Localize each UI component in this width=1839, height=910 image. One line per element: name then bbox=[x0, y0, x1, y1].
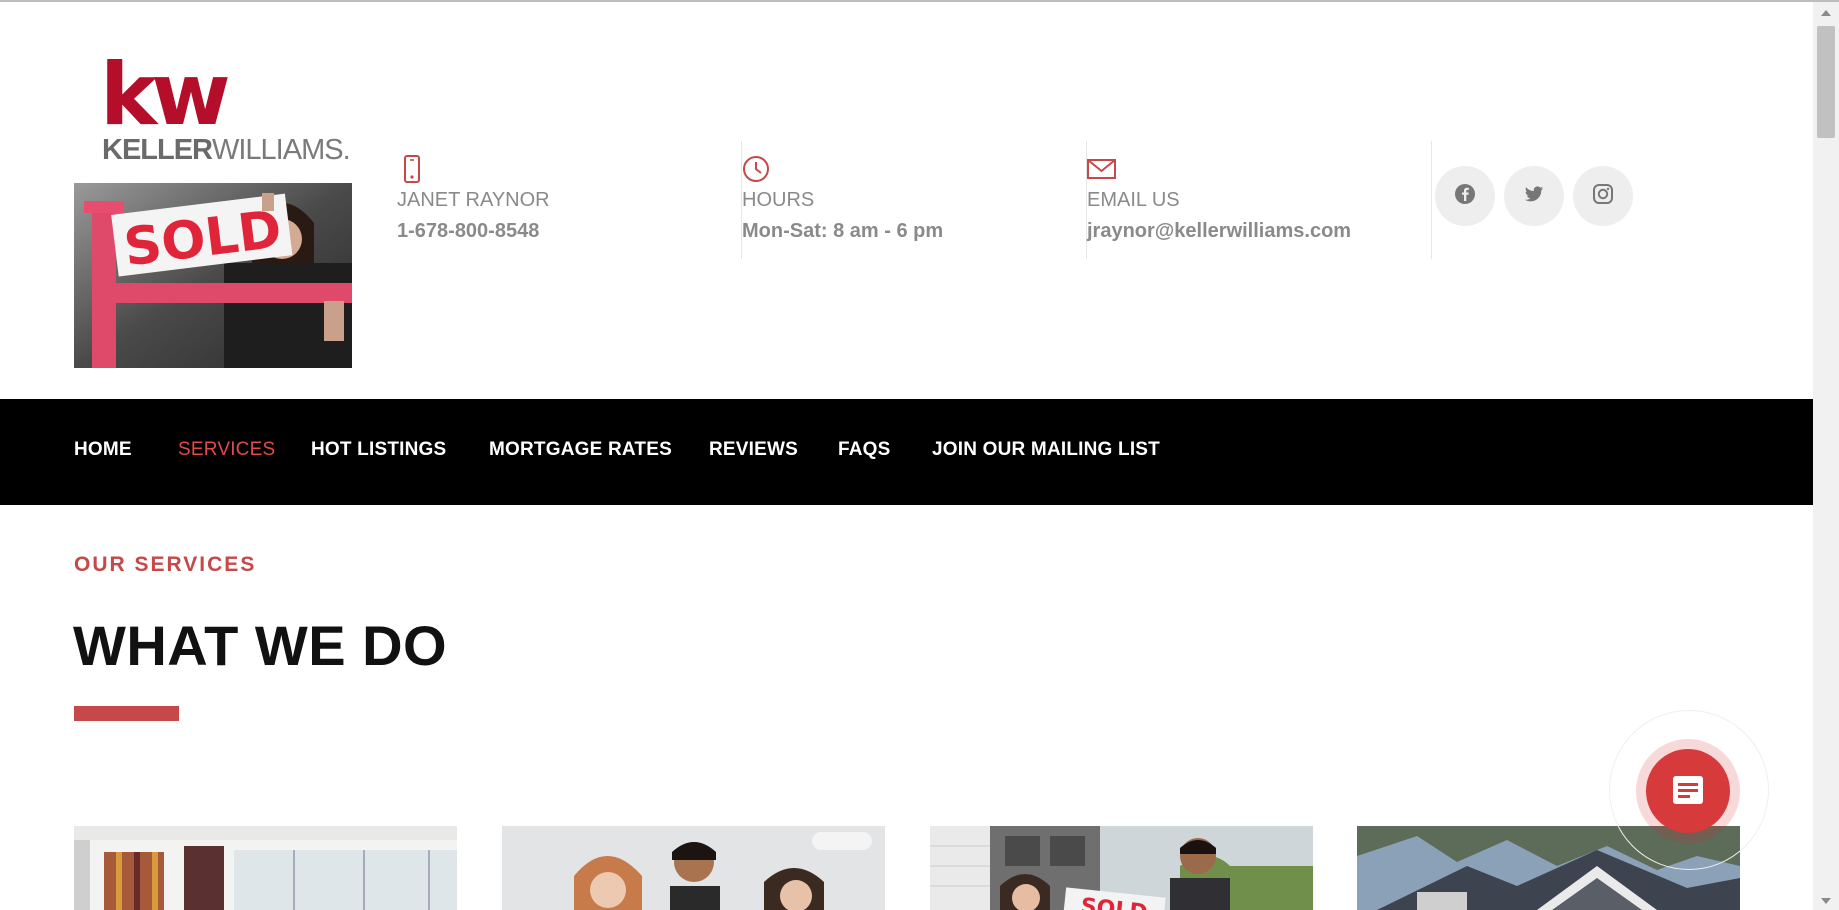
nav-item-faqs[interactable]: FAQS bbox=[838, 439, 891, 461]
phone-icon bbox=[397, 154, 427, 184]
nav-item-services[interactable]: SERVICES bbox=[178, 439, 275, 461]
keller-williams-logo[interactable]: kw KELLERWILLIAMS. bbox=[100, 45, 351, 167]
title-accent-bar bbox=[74, 706, 179, 721]
scrollbar-thumb[interactable] bbox=[1817, 26, 1835, 138]
facebook-button[interactable] bbox=[1435, 166, 1495, 226]
divider bbox=[1431, 141, 1432, 259]
mail-icon bbox=[1087, 154, 1117, 184]
instagram-icon bbox=[1592, 183, 1614, 210]
hours-value: Mon-Sat: 8 am - 6 pm bbox=[742, 220, 944, 242]
section-title: WHAT WE DO bbox=[73, 614, 448, 677]
twitter-icon bbox=[1523, 183, 1545, 210]
section-eyebrow: OUR SERVICES bbox=[74, 553, 257, 576]
scroll-down-arrow-icon[interactable] bbox=[1821, 898, 1831, 904]
logo-wordmark: KELLERWILLIAMS. bbox=[102, 134, 351, 166]
nav-item-home[interactable]: HOME bbox=[74, 439, 132, 461]
hours-label: HOURS bbox=[742, 189, 815, 211]
nav-item-reviews[interactable]: REVIEWS bbox=[709, 439, 798, 461]
email-link[interactable]: jraynor@kellerwilliams.com bbox=[1087, 220, 1351, 243]
contact-phone: JANET RAYNOR 1-678-800-8548 bbox=[397, 141, 742, 259]
nav-item-mailing-list[interactable]: JOIN OUR MAILING LIST bbox=[932, 439, 1160, 461]
phone-link[interactable]: 1-678-800-8548 bbox=[397, 220, 539, 243]
instagram-button[interactable] bbox=[1573, 166, 1633, 226]
logo-mark: kw bbox=[100, 45, 231, 145]
contact-label: JANET RAYNOR bbox=[397, 189, 550, 211]
chat-button[interactable] bbox=[1646, 749, 1730, 833]
service-card-interior[interactable] bbox=[74, 826, 457, 910]
facebook-icon bbox=[1454, 183, 1476, 210]
contact-hours: HOURS Mon-Sat: 8 am - 6 pm bbox=[742, 141, 1087, 259]
service-card-sold-couple[interactable]: SOLD bbox=[930, 826, 1313, 910]
nav-item-mortgage-rates[interactable]: MORTGAGE RATES bbox=[489, 439, 672, 461]
main-navigation: HOME SERVICES HOT LISTINGS MORTGAGE RATE… bbox=[0, 399, 1813, 505]
chat-icon bbox=[1672, 775, 1704, 808]
scroll-up-arrow-icon[interactable] bbox=[1821, 10, 1831, 16]
service-card-meeting[interactable] bbox=[502, 826, 885, 910]
page-scrollbar[interactable] bbox=[1813, 2, 1839, 910]
email-label: EMAIL US bbox=[1087, 189, 1180, 211]
twitter-button[interactable] bbox=[1504, 166, 1564, 226]
site-header: kw KELLERWILLIAMS. SOLD JANET RAYNOR 1-6… bbox=[0, 2, 1813, 399]
nav-item-hot-listings[interactable]: HOT LISTINGS bbox=[311, 439, 446, 461]
clock-icon bbox=[742, 154, 772, 184]
contact-email: EMAIL US jraynor@kellerwilliams.com bbox=[1087, 141, 1432, 259]
agent-sold-photo: SOLD bbox=[74, 183, 352, 368]
